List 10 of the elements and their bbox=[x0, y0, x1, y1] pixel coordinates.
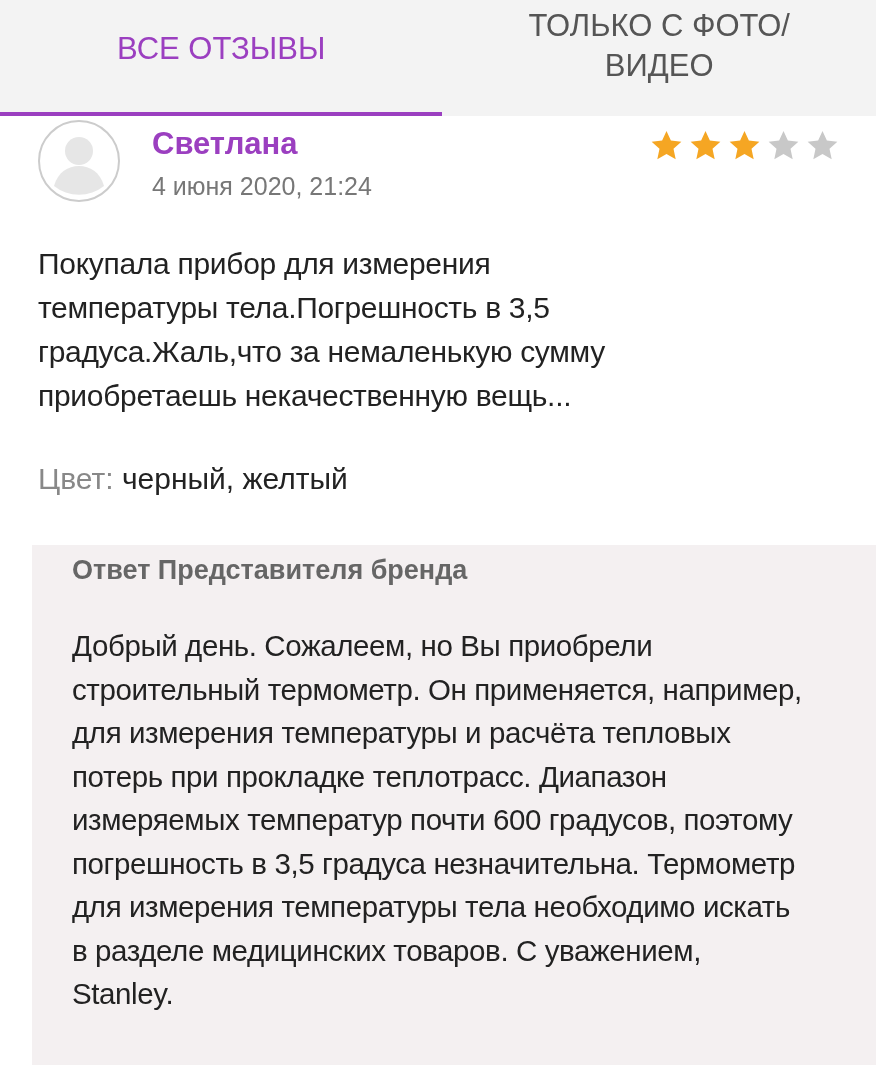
tab[interactable]: ТОЛЬКО С ФОТО/ ВИДЕО bbox=[442, 0, 876, 116]
author-name: Светлана bbox=[152, 126, 299, 162]
color-value: черный, желтый bbox=[121, 462, 348, 495]
avatar-icon bbox=[38, 120, 120, 202]
tab[interactable]: ВСЕ ОТЗЫВЫ bbox=[0, 0, 443, 116]
reply-title: Ответ Представителя бренда bbox=[72, 555, 469, 586]
review-date: 4 июня 2020, 21:24 bbox=[152, 172, 373, 201]
color-label: Цвет: bbox=[38, 462, 114, 495]
review-text: Покупала прибор для измерения температуры тела.Погрешность в 3,5 градуса.Жаль,что за немаленькую сумму приобретаешь некачественную вещь... bbox=[38, 246, 606, 414]
reply-text: Добрый день. Сожалеем, но Вы приобрели строительный термометр. Он применяется, например, для измерения температуры и расчёта тепловых потерь при прокладке теплотрасс. Диапазон измеряемых температур почти 600 градусов, поэтому погрешность в 3,5 градуса незначительна. Термометр для измерения температуры тела необходимо искать в разделе медицинских товаров. С уважением, Stanley. bbox=[72, 628, 802, 1012]
